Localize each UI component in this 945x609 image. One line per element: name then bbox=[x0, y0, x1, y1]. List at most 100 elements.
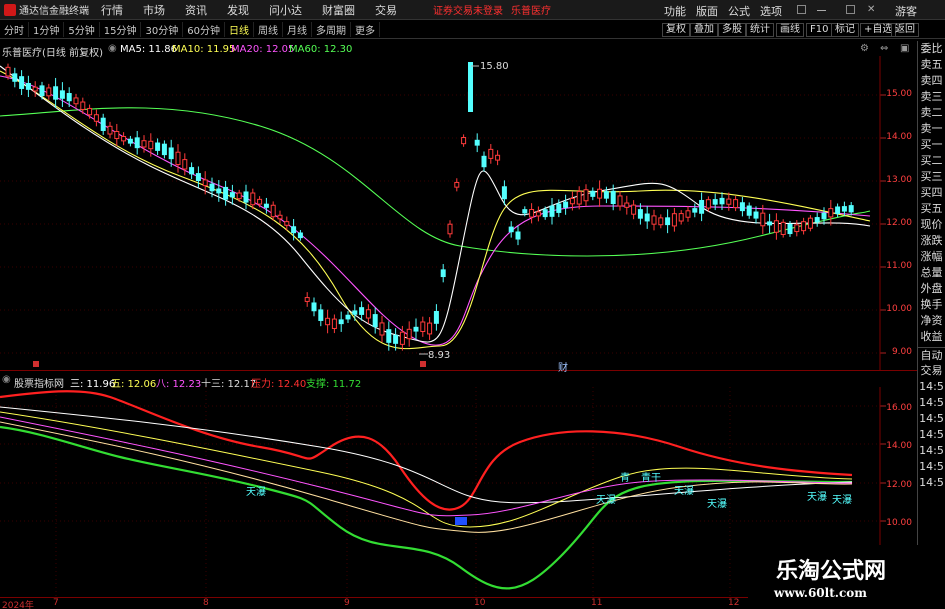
minimize-icon[interactable] bbox=[817, 5, 826, 11]
candle-body bbox=[719, 197, 725, 205]
chart-expand-icon[interactable]: ⇔ bbox=[880, 43, 888, 54]
panel-item-trades[interactable]: 交易 bbox=[918, 363, 945, 379]
chart-settings-icon[interactable]: ⚙ bbox=[860, 43, 869, 54]
overlay-button[interactable]: 叠加 bbox=[690, 23, 718, 37]
menu-options[interactable]: 选项 bbox=[760, 3, 782, 19]
menu-function[interactable]: 功能 bbox=[664, 3, 686, 19]
candle-body bbox=[481, 155, 487, 168]
candle-body bbox=[753, 211, 759, 219]
candle-body bbox=[5, 66, 11, 77]
time-label-month: 11 bbox=[591, 598, 603, 608]
main-chart-grid bbox=[0, 56, 886, 370]
candle-body bbox=[25, 82, 31, 90]
candle-body bbox=[53, 86, 59, 100]
indicator-settings-icon[interactable]: ◉ bbox=[2, 374, 11, 385]
panel-item-bid4[interactable]: 买四 bbox=[918, 185, 945, 201]
panel-item-ask5[interactable]: 卖五 bbox=[918, 57, 945, 73]
maximize-icon[interactable] bbox=[846, 5, 855, 14]
panel-item-bid-ratio[interactable]: 委比 bbox=[918, 41, 945, 57]
chart-min-icon[interactable]: ▣ bbox=[900, 43, 909, 54]
candle-body bbox=[576, 191, 582, 205]
panel-item-ask3[interactable]: 卖三 bbox=[918, 89, 945, 105]
stats-button[interactable]: 统计 bbox=[746, 23, 774, 37]
period-1min[interactable]: 1分钟 bbox=[29, 22, 65, 37]
draw-button[interactable]: 画线 bbox=[776, 23, 804, 37]
event-marker-icon[interactable] bbox=[420, 361, 426, 367]
panel-item-ask2[interactable]: 卖二 bbox=[918, 105, 945, 121]
period-daily[interactable]: 日线 bbox=[225, 22, 254, 37]
period-more[interactable]: 更多 bbox=[351, 22, 380, 37]
panel-item-change-pct[interactable]: 涨幅 bbox=[918, 249, 945, 265]
menu-item-market[interactable]: 市场 bbox=[143, 2, 165, 18]
candle-body bbox=[114, 131, 120, 140]
panel-item-earnings[interactable]: 收益 bbox=[918, 329, 945, 345]
period-monthly[interactable]: 月线 bbox=[283, 22, 312, 37]
watermark-url: www.60lt.com bbox=[774, 586, 867, 600]
panel-item-auto[interactable]: 自动 bbox=[918, 347, 945, 363]
panel-item-turnover[interactable]: 换手 bbox=[918, 297, 945, 313]
app-title: 通达信金融终端 bbox=[19, 6, 89, 17]
f10-button[interactable]: F10 bbox=[806, 23, 833, 37]
candle-body bbox=[461, 137, 467, 145]
candle-body bbox=[746, 205, 752, 216]
panel-item-change[interactable]: 涨跌 bbox=[918, 233, 945, 249]
candle-body bbox=[440, 269, 446, 278]
candle-body bbox=[182, 159, 188, 170]
candle-body bbox=[263, 203, 269, 208]
candlestick-chart[interactable]: 15.80 8.93 bbox=[0, 56, 917, 370]
mark-button[interactable]: 标记 bbox=[831, 23, 859, 37]
menu-item-ask[interactable]: 问小达 bbox=[269, 2, 302, 18]
candle-body bbox=[161, 143, 167, 156]
panel-item-net-assets[interactable]: 净资 bbox=[918, 313, 945, 329]
period-5min[interactable]: 5分钟 bbox=[64, 22, 100, 37]
guest-label[interactable]: 游客 bbox=[895, 3, 917, 19]
period-15min[interactable]: 15分钟 bbox=[100, 22, 142, 37]
candle-body bbox=[175, 151, 181, 165]
menu-item-quotes[interactable]: 行情 bbox=[101, 2, 123, 18]
period-intraday[interactable]: 分时 bbox=[0, 22, 29, 37]
candle-body bbox=[501, 186, 507, 200]
menu-item-discover[interactable]: 发现 bbox=[227, 2, 249, 18]
period-multi[interactable]: 多周期 bbox=[312, 22, 351, 37]
period-weekly[interactable]: 周线 bbox=[254, 22, 283, 37]
candle-body bbox=[780, 221, 786, 235]
wealth-event-marker[interactable]: 财 bbox=[558, 359, 568, 374]
candle-body bbox=[80, 101, 86, 110]
panel-item-outer[interactable]: 外盘 bbox=[918, 281, 945, 297]
multi-stock-button[interactable]: 多股 bbox=[718, 23, 746, 37]
main-y-tick: 14.00 bbox=[886, 132, 912, 142]
candle-body bbox=[651, 215, 657, 225]
candle-body bbox=[399, 331, 405, 345]
event-marker-icon[interactable] bbox=[33, 361, 39, 367]
period-60min[interactable]: 60分钟 bbox=[183, 22, 225, 37]
period-30min[interactable]: 30分钟 bbox=[141, 22, 184, 37]
menu-item-news[interactable]: 资讯 bbox=[185, 2, 207, 18]
candle-body bbox=[141, 140, 147, 148]
menu-item-trade[interactable]: 交易 bbox=[375, 2, 397, 18]
panel-item-ask1[interactable]: 卖一 bbox=[918, 121, 945, 137]
adjust-button[interactable]: 复权 bbox=[662, 23, 690, 37]
candle-body bbox=[216, 188, 222, 194]
panel-item-price[interactable]: 现价 bbox=[918, 217, 945, 233]
back-button[interactable]: 返回 bbox=[891, 23, 919, 37]
close-icon[interactable]: ✕ bbox=[867, 4, 875, 15]
candle-body bbox=[297, 232, 303, 239]
candle-body bbox=[549, 205, 555, 217]
login-notice[interactable]: 证券交易未登录 bbox=[433, 2, 503, 17]
candle-body bbox=[59, 90, 65, 99]
ma-settings-icon[interactable]: ◉ bbox=[108, 43, 117, 54]
menu-layout[interactable]: 版面 bbox=[696, 3, 718, 19]
candle-body bbox=[631, 204, 637, 215]
panel-item-volume[interactable]: 总量 bbox=[918, 265, 945, 281]
time-label-month: 7 bbox=[53, 598, 59, 608]
menu-item-wealth[interactable]: 财富圈 bbox=[322, 2, 355, 18]
panel-item-bid3[interactable]: 买三 bbox=[918, 169, 945, 185]
panel-toggle-icon[interactable] bbox=[797, 5, 806, 14]
candle-body bbox=[202, 179, 208, 187]
menu-formula[interactable]: 公式 bbox=[728, 3, 750, 19]
panel-item-bid1[interactable]: 买一 bbox=[918, 137, 945, 153]
candle-body bbox=[352, 310, 358, 315]
panel-item-bid2[interactable]: 买二 bbox=[918, 153, 945, 169]
panel-item-ask4[interactable]: 卖四 bbox=[918, 73, 945, 89]
panel-item-bid5[interactable]: 买五 bbox=[918, 201, 945, 217]
